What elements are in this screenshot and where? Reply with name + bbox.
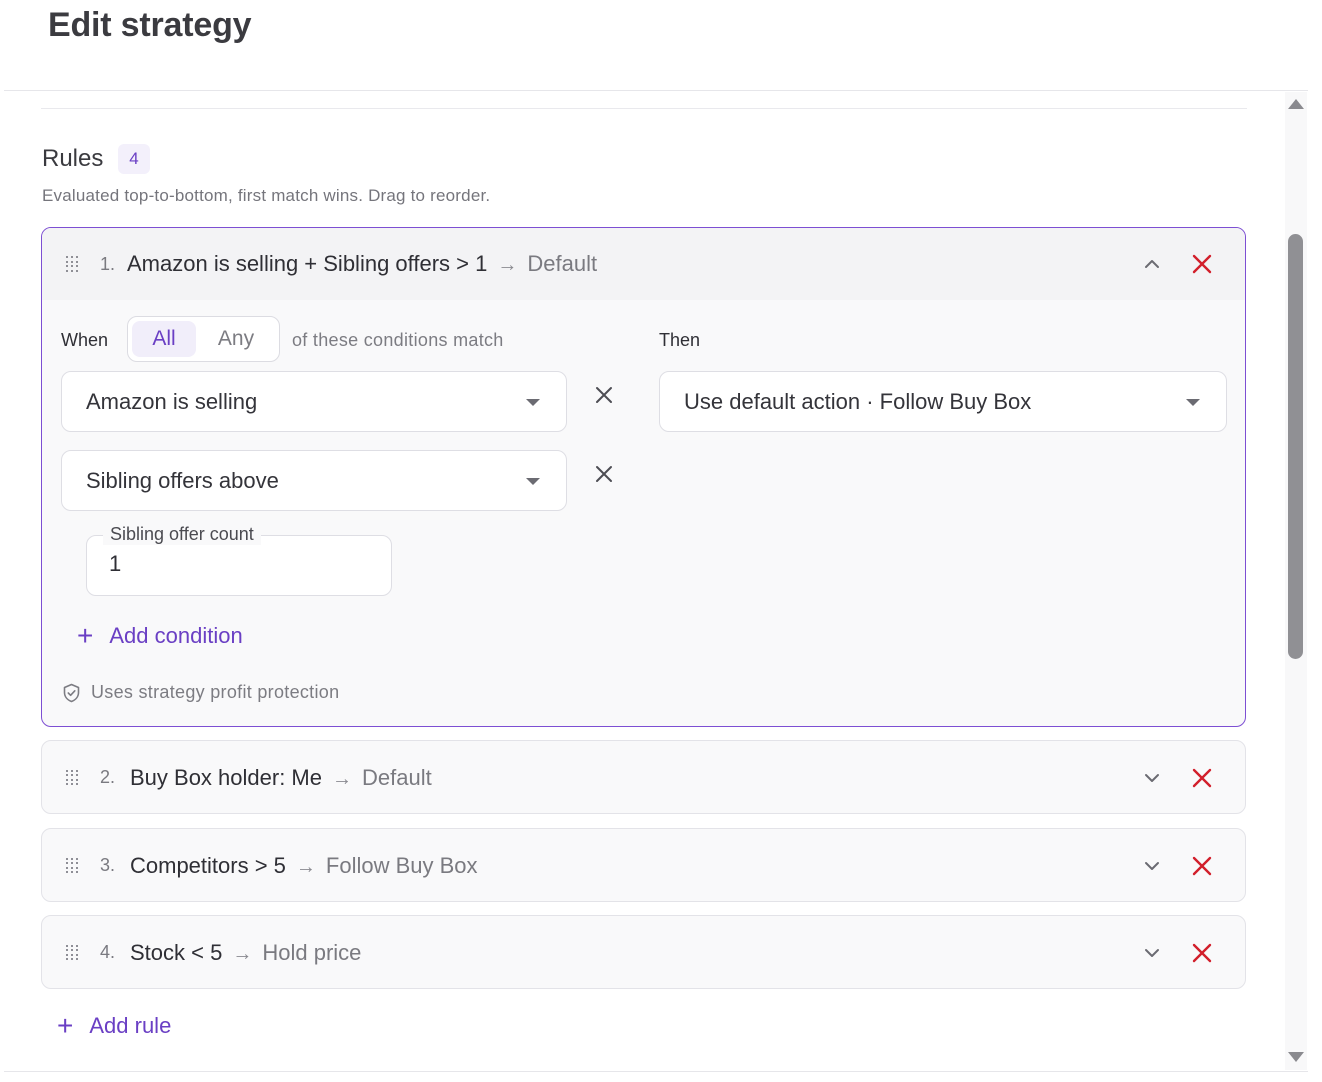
- footer-divider: [4, 1071, 1308, 1072]
- vertical-scrollbar[interactable]: [1285, 92, 1307, 1070]
- condition-select-1[interactable]: Amazon is selling: [61, 371, 567, 432]
- add-rule-label: Add rule: [89, 1013, 172, 1038]
- match-suffix: of these conditions match: [292, 330, 504, 350]
- rule-card-2[interactable]: 2. Buy Box holder: Me → Default: [41, 740, 1246, 814]
- rule-card-4[interactable]: 4. Stock < 5 → Hold price: [41, 915, 1246, 989]
- match-option-all[interactable]: All: [132, 321, 196, 357]
- rule-condition: Buy Box holder: Me: [130, 764, 322, 790]
- rules-count-badge: 4: [118, 144, 150, 174]
- caret-down-icon: [526, 478, 540, 485]
- rule-summary: Buy Box holder: Me → Default: [130, 765, 432, 791]
- section-divider: [41, 108, 1247, 109]
- remove-condition-icon[interactable]: [593, 384, 615, 406]
- sibling-count-input[interactable]: [109, 551, 369, 577]
- rule-condition: Competitors > 5: [130, 852, 286, 878]
- delete-rule-icon[interactable]: [1190, 854, 1214, 878]
- rule-action: Hold price: [262, 939, 362, 965]
- sibling-count-field: Sibling offer count: [86, 524, 392, 596]
- then-action-value: Use default action · Follow Buy Box: [684, 389, 1032, 414]
- sibling-count-label: Sibling offer count: [103, 524, 261, 545]
- chevron-down-icon[interactable]: [1142, 856, 1162, 876]
- rule-summary: Competitors > 5 → Follow Buy Box: [130, 853, 478, 879]
- drag-handle-icon[interactable]: [66, 944, 80, 961]
- rule-number: 1.: [100, 253, 116, 274]
- rule-editor: When All Any of these conditions match T…: [42, 300, 1245, 725]
- rule-card-1: 1. Amazon is selling + Sibling offers > …: [41, 227, 1246, 727]
- rule-number: 3.: [100, 855, 116, 875]
- then-action-select[interactable]: Use default action · Follow Buy Box: [659, 371, 1227, 432]
- rule-header-4[interactable]: 4. Stock < 5 → Hold price: [42, 916, 1245, 988]
- rule-summary: Amazon is selling + Sibling offers > 1 → D…: [127, 251, 597, 277]
- rule-arrow: →: [295, 855, 316, 878]
- rules-heading: Rules: [42, 145, 104, 172]
- rule-arrow: →: [232, 942, 253, 965]
- drag-handle-icon[interactable]: [66, 769, 80, 786]
- rule-header-2[interactable]: 2. Buy Box holder: Me → Default: [42, 741, 1245, 813]
- add-condition-button[interactable]: + Add condition: [77, 622, 243, 650]
- profit-protection-note: Uses strategy profit protection: [62, 682, 339, 703]
- rule-number: 2.: [100, 767, 116, 787]
- condition-value: Amazon is selling: [86, 389, 258, 414]
- delete-rule-icon[interactable]: [1190, 766, 1214, 790]
- remove-condition-icon[interactable]: [593, 463, 615, 485]
- scrollbar-thumb[interactable]: [1288, 234, 1303, 659]
- rule-header-1[interactable]: 1. Amazon is selling + Sibling offers > …: [42, 228, 1245, 300]
- rule-condition: Amazon is selling + Sibling offers > 1: [127, 251, 488, 276]
- rule-arrow: →: [497, 254, 518, 276]
- caret-down-icon: [1186, 399, 1200, 406]
- chevron-up-icon[interactable]: [1142, 254, 1162, 274]
- rule-action: Follow Buy Box: [325, 852, 478, 878]
- rule-header-3[interactable]: 3. Competitors > 5 → Follow Buy Box: [42, 829, 1245, 901]
- chevron-down-icon[interactable]: [1142, 768, 1162, 788]
- rules-description: Evaluated top-to-bottom, first match win…: [42, 186, 491, 205]
- caret-down-icon: [526, 399, 540, 406]
- when-label: When: [61, 330, 109, 350]
- delete-rule-icon[interactable]: [1190, 252, 1214, 276]
- rule-card-3[interactable]: 3. Competitors > 5 → Follow Buy Box: [41, 828, 1246, 902]
- match-option-any[interactable]: Any: [200, 321, 272, 357]
- scroll-down-arrow-icon[interactable]: [1288, 1052, 1304, 1062]
- match-toggle: All Any: [127, 316, 280, 362]
- rule-action: Default: [361, 764, 432, 790]
- page-title: Edit strategy: [48, 6, 252, 44]
- scroll-up-arrow-icon[interactable]: [1288, 99, 1304, 109]
- rule-condition: Stock < 5: [130, 939, 223, 965]
- shield-check-icon: [63, 683, 80, 702]
- protection-text: Uses strategy profit protection: [91, 682, 340, 702]
- rule-action: Default: [527, 251, 598, 276]
- rule-summary: Stock < 5 → Hold price: [130, 940, 361, 966]
- drag-handle-icon[interactable]: [66, 256, 80, 272]
- then-label: Then: [659, 330, 701, 350]
- plus-icon: +: [57, 1010, 74, 1041]
- delete-rule-icon[interactable]: [1190, 941, 1214, 965]
- condition-select-2[interactable]: Sibling offers above: [61, 450, 567, 511]
- drag-handle-icon[interactable]: [66, 857, 80, 874]
- rule-number: 4.: [100, 942, 116, 962]
- add-rule-button[interactable]: + Add rule: [57, 1012, 171, 1040]
- condition-value: Sibling offers above: [86, 468, 279, 493]
- rules-scroll-area: Rules 4 Evaluated top-to-bottom, first m…: [0, 91, 1284, 1071]
- plus-icon: +: [77, 620, 94, 651]
- add-condition-label: Add condition: [109, 623, 243, 648]
- rule-arrow: →: [331, 767, 352, 790]
- chevron-down-icon[interactable]: [1142, 943, 1162, 963]
